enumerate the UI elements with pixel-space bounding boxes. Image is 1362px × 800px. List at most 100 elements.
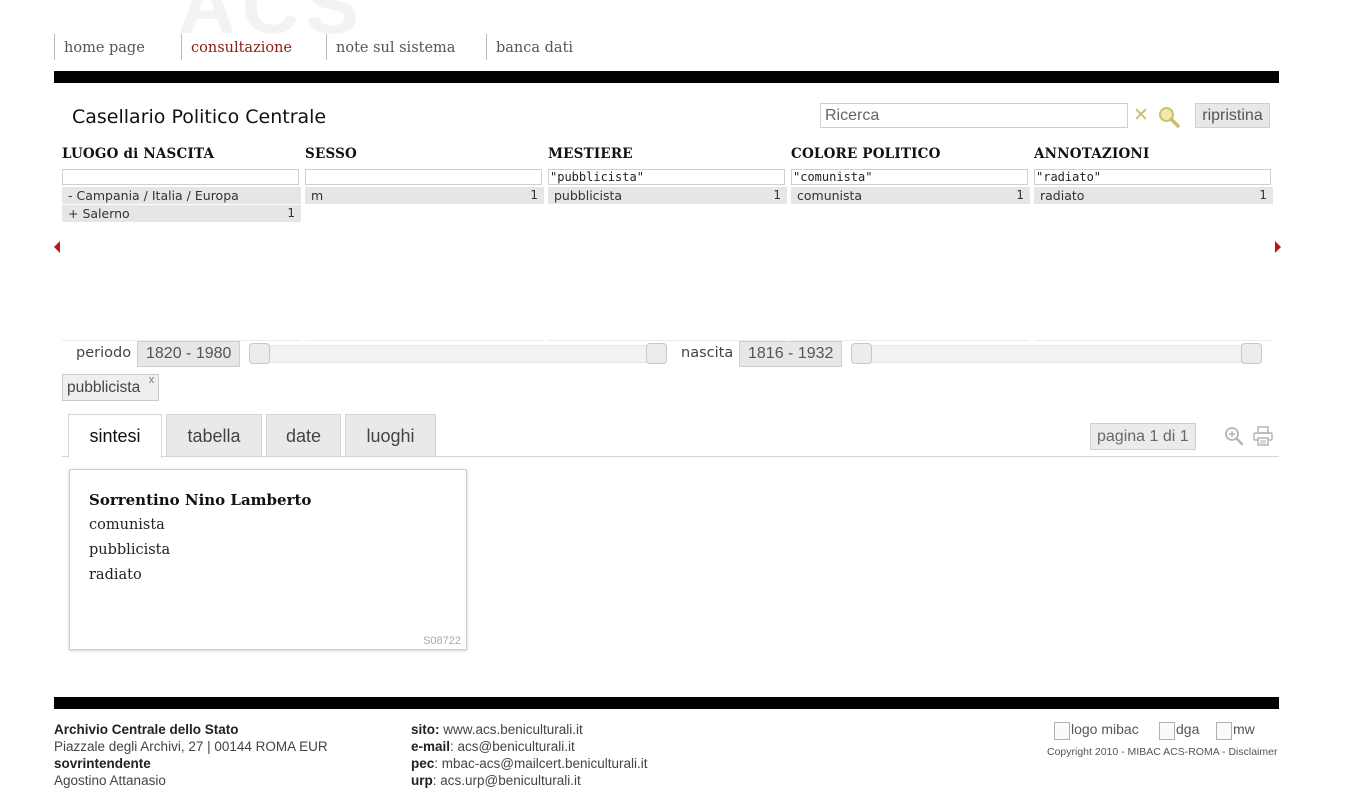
clear-search-icon[interactable]: ✕ bbox=[1133, 104, 1149, 126]
tab-tabella[interactable]: tabella bbox=[166, 414, 262, 457]
record-annotation: radiato bbox=[89, 567, 142, 583]
footer-email-key: e-mail bbox=[411, 739, 451, 754]
facet-filter-input[interactable] bbox=[305, 169, 542, 185]
periodo-slider-handle-min[interactable] bbox=[249, 343, 270, 364]
footer-urp[interactable]: urp: acs.urp@beniculturali.it bbox=[411, 772, 648, 789]
footer-org-block: Archivio Centrale dello Stato Piazzale d… bbox=[54, 721, 328, 789]
tab-date[interactable]: date bbox=[266, 414, 341, 457]
search-input[interactable] bbox=[820, 103, 1128, 128]
tab-sintesi[interactable]: sintesi bbox=[68, 414, 162, 458]
footer-pec-key: pec bbox=[411, 756, 435, 771]
top-divider-bar bbox=[54, 71, 1279, 83]
facet-row-count: 1 bbox=[773, 188, 781, 202]
facet-row-m[interactable]: m1 bbox=[305, 187, 544, 204]
facet-row-label: + Salerno bbox=[68, 206, 130, 221]
footer-divider-bar bbox=[54, 697, 1279, 709]
facet-luogo-di-nascita: LUOGO di NASCITA - Campania / Italia / E… bbox=[62, 146, 301, 341]
facet-row-count: 1 bbox=[1259, 188, 1267, 202]
record-card[interactable]: Sorrentino Nino Lamberto comunista pubbl… bbox=[69, 469, 467, 650]
active-filter-chip: pubblicista x bbox=[62, 374, 160, 401]
page-title: Casellario Politico Centrale bbox=[72, 106, 327, 128]
footer-org-name: Archivio Centrale dello Stato bbox=[54, 722, 239, 737]
facet-divider bbox=[1034, 340, 1273, 341]
facet-row-label: - Campania / Italia / Europa bbox=[68, 188, 239, 203]
facet-row-label: m bbox=[311, 188, 324, 203]
facet-filter-input[interactable] bbox=[62, 169, 299, 185]
facet-title: SESSO bbox=[305, 146, 358, 162]
broken-image-icon bbox=[1054, 722, 1070, 740]
facet-row-label: radiato bbox=[1040, 188, 1085, 203]
facet-annotazioni: ANNOTAZIONI radiato 1 bbox=[1034, 146, 1273, 341]
facet-row-pubblicista[interactable]: pubblicista 1 bbox=[548, 187, 787, 204]
facet-row-count: 1 bbox=[530, 188, 538, 202]
footer-address: Piazzale degli Archivi, 27 | 00144 ROMA … bbox=[54, 739, 328, 754]
logo-dga-alt: dga bbox=[1176, 721, 1200, 737]
nav-note-sul-sistema[interactable]: note sul sistema bbox=[326, 34, 455, 60]
facet-row-count: 1 bbox=[1016, 188, 1024, 202]
facet-row-count: 1 bbox=[287, 206, 295, 220]
facet-row-salerno[interactable]: + Salerno 1 bbox=[62, 205, 301, 222]
facet-filter-input[interactable] bbox=[1034, 169, 1271, 185]
facet-row-label: pubblicista bbox=[554, 188, 623, 203]
nascita-slider-handle-max[interactable] bbox=[1241, 343, 1262, 364]
facet-filter-input[interactable] bbox=[548, 169, 785, 185]
zoom-in-icon[interactable] bbox=[1224, 426, 1244, 446]
facet-title: MESTIERE bbox=[548, 146, 633, 162]
nascita-slider-track[interactable] bbox=[860, 345, 1261, 363]
logo-dga[interactable]: dga bbox=[1159, 720, 1200, 740]
broken-image-icon bbox=[1159, 722, 1175, 740]
footer-site[interactable]: sito: www.acs.beniculturali.it bbox=[411, 721, 648, 738]
reset-button[interactable]: ripristina bbox=[1195, 103, 1270, 128]
footer-person: Agostino Attanasio bbox=[54, 773, 166, 788]
nav-consultazione[interactable]: consultazione bbox=[181, 34, 292, 60]
record-name: Sorrentino Nino Lamberto bbox=[89, 491, 312, 509]
periodo-range-value: 1820 - 1980 bbox=[137, 341, 241, 367]
nascita-label: nascita bbox=[681, 345, 734, 361]
facet-sesso: SESSO m1 bbox=[305, 146, 544, 341]
facet-title: ANNOTAZIONI bbox=[1034, 146, 1150, 162]
record-profession: pubblicista bbox=[89, 542, 171, 558]
nav-home-page[interactable]: home page bbox=[54, 34, 145, 60]
record-id: S08722 bbox=[423, 635, 461, 647]
record-political-color: comunista bbox=[89, 517, 165, 533]
nascita-slider-handle-min[interactable] bbox=[851, 343, 872, 364]
scroll-right-arrow-icon[interactable] bbox=[1275, 241, 1281, 253]
broken-image-icon bbox=[1216, 722, 1232, 740]
facet-filter-input[interactable] bbox=[791, 169, 1028, 185]
facet-row-radiato[interactable]: radiato 1 bbox=[1034, 187, 1273, 204]
periodo-label: periodo bbox=[76, 345, 132, 361]
facet-row-label: comunista bbox=[797, 188, 863, 203]
tab-luoghi[interactable]: luoghi bbox=[345, 414, 436, 457]
facet-title: COLORE POLITICO bbox=[791, 146, 941, 162]
facet-row-campania[interactable]: - Campania / Italia / Europa bbox=[62, 187, 301, 204]
remove-filter-icon[interactable]: x bbox=[149, 368, 155, 393]
footer-urp-key: urp bbox=[411, 773, 433, 788]
tabs-divider bbox=[62, 456, 1279, 457]
facet-colore-politico: COLORE POLITICO comunista 1 bbox=[791, 146, 1030, 341]
footer-site-value: www.acs.beniculturali.it bbox=[439, 722, 583, 737]
pagination-indicator: pagina 1 di 1 bbox=[1090, 423, 1196, 450]
footer-role: sovrintendente bbox=[54, 756, 151, 771]
print-icon[interactable] bbox=[1252, 426, 1274, 446]
facet-divider bbox=[305, 340, 544, 341]
nascita-range-value: 1816 - 1932 bbox=[739, 341, 843, 367]
nav-banca-dati[interactable]: banca dati bbox=[486, 34, 573, 60]
scroll-left-arrow-icon[interactable] bbox=[54, 241, 60, 253]
footer-site-key: sito: bbox=[411, 722, 440, 737]
facet-mestiere: MESTIERE pubblicista 1 bbox=[548, 146, 787, 341]
footer-email[interactable]: e-mail: acs@beniculturali.it bbox=[411, 738, 648, 755]
footer-pec[interactable]: pec: mbac-acs@mailcert.beniculturali.it bbox=[411, 755, 648, 772]
active-filter-label: pubblicista bbox=[67, 379, 141, 396]
periodo-slider-track[interactable] bbox=[258, 345, 666, 363]
search-icon[interactable] bbox=[1158, 106, 1180, 128]
logo-mw-alt: mw bbox=[1233, 721, 1255, 737]
facet-row-comunista[interactable]: comunista 1 bbox=[791, 187, 1030, 204]
logo-mibac[interactable]: logo mibac bbox=[1054, 720, 1139, 740]
logo-mw[interactable]: mw bbox=[1216, 720, 1255, 740]
footer-urp-value: : acs.urp@beniculturali.it bbox=[432, 773, 581, 788]
footer-pec-value: : mbac-acs@mailcert.beniculturali.it bbox=[434, 756, 648, 771]
footer-email-value: : acs@beniculturali.it bbox=[450, 739, 575, 754]
copyright-text[interactable]: Copyright 2010 - MIBAC ACS-ROMA - Discla… bbox=[1047, 746, 1277, 758]
footer-contact-block: sito: www.acs.beniculturali.it e-mail: a… bbox=[411, 721, 648, 789]
periodo-slider-handle-max[interactable] bbox=[646, 343, 667, 364]
